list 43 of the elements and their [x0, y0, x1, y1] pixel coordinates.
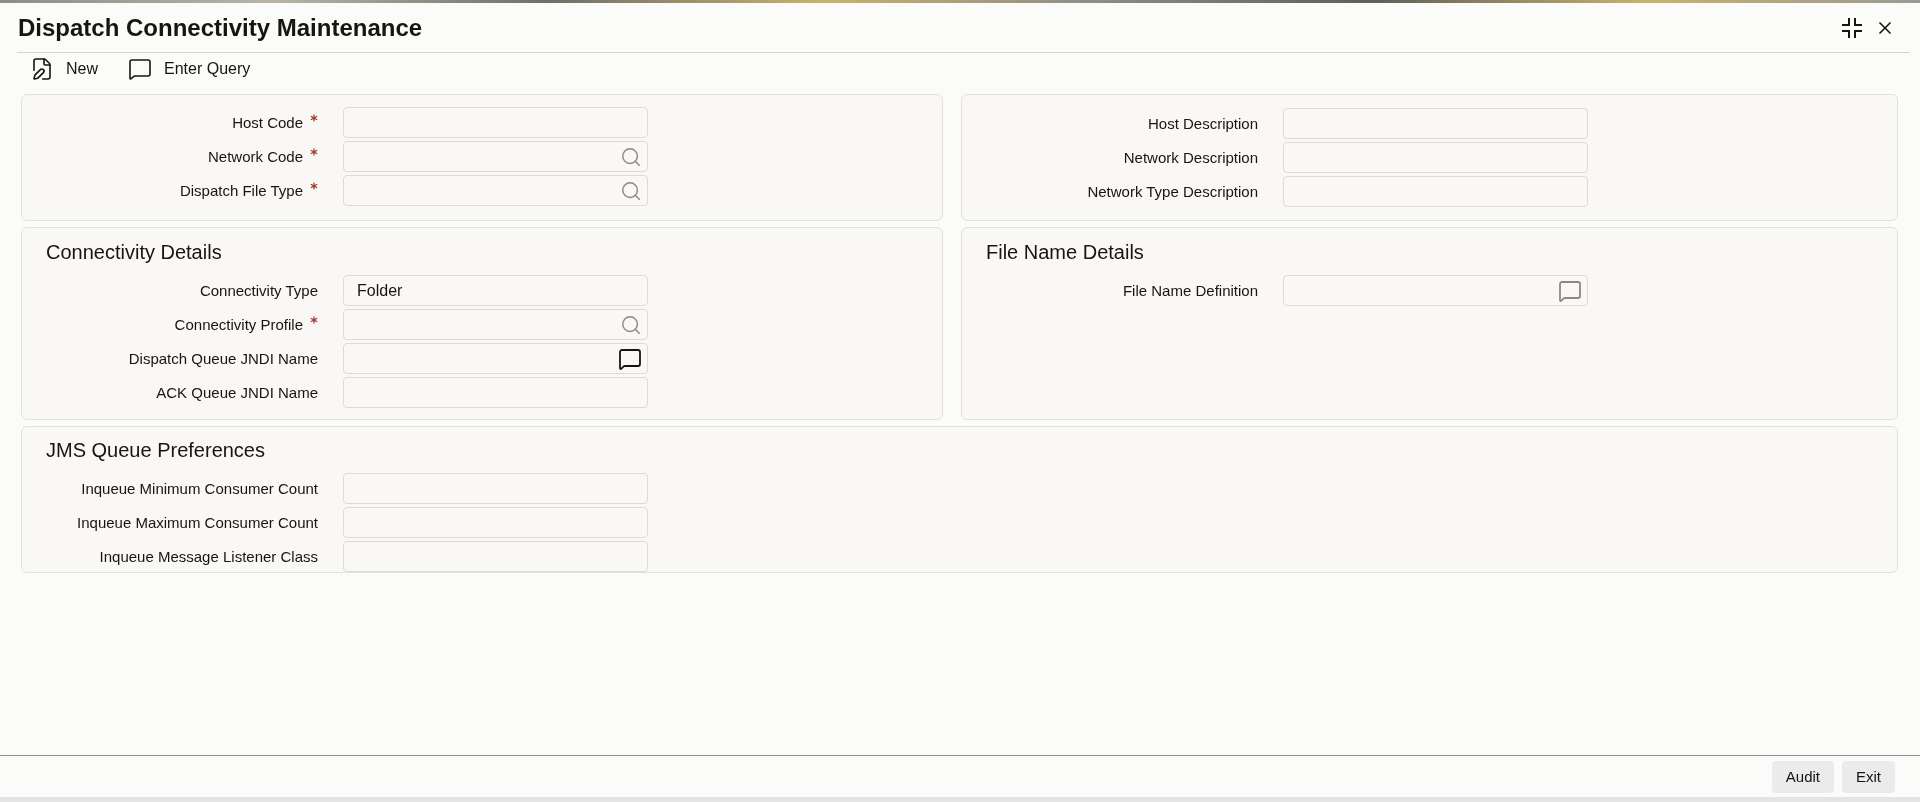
action-button[interactable]: Audit: [1771, 761, 1834, 793]
input-field[interactable]: [343, 541, 648, 572]
document-pen-icon: [30, 57, 54, 81]
input-field[interactable]: [343, 507, 648, 538]
field-label: Host Description: [1147, 114, 1258, 133]
input-field[interactable]: [1283, 176, 1588, 207]
field-label: Dispatch Queue JNDI Name: [128, 349, 318, 368]
speech-bubble-icon[interactable]: [618, 346, 642, 371]
section-heading: Connectivity Details: [45, 240, 223, 264]
collapse-icon[interactable]: [1840, 15, 1864, 40]
search-icon[interactable]: [620, 145, 642, 168]
input-field[interactable]: [343, 107, 648, 138]
search-icon[interactable]: [620, 313, 642, 336]
input-field[interactable]: [343, 377, 648, 408]
new-button[interactable]: New: [30, 57, 98, 81]
lookup-field[interactable]: [343, 141, 648, 172]
section-heading: File Name Details: [985, 240, 1145, 264]
field-label: File Name Definition: [1122, 281, 1258, 300]
speech-bubble-icon: [128, 57, 152, 81]
field-label: Dispatch File Type: [179, 181, 303, 200]
lookup-field[interactable]: [343, 175, 648, 206]
field-label: Network Description: [1123, 148, 1258, 167]
field-label: Network Type Description: [1087, 182, 1258, 201]
input-field[interactable]: [1283, 275, 1588, 306]
input-field[interactable]: [343, 473, 648, 504]
action-button[interactable]: Exit: [1842, 761, 1895, 793]
enter-query-button[interactable]: Enter Query: [128, 57, 251, 81]
field-label: Inqueue Minimum Consumer Count: [81, 479, 318, 498]
field-label: Connectivity Type: [199, 281, 318, 300]
input-field[interactable]: [1283, 108, 1588, 139]
lookup-field[interactable]: [343, 309, 648, 340]
field-label: ACK Queue JNDI Name: [156, 383, 318, 402]
input-field[interactable]: [1283, 142, 1588, 173]
field-label: Host Code: [232, 113, 303, 132]
section-heading: JMS Queue Preferences: [45, 438, 266, 462]
input-field[interactable]: [343, 343, 648, 374]
input-field[interactable]: Folder: [343, 275, 648, 306]
field-label: Connectivity Profile: [174, 315, 303, 334]
field-label: Inqueue Maximum Consumer Count: [77, 513, 318, 532]
window-title: Dispatch Connectivity Maintenance: [17, 12, 423, 43]
field-label: Network Code: [207, 147, 303, 166]
field-label: Inqueue Message Listener Class: [99, 547, 318, 566]
search-icon[interactable]: [620, 179, 642, 202]
